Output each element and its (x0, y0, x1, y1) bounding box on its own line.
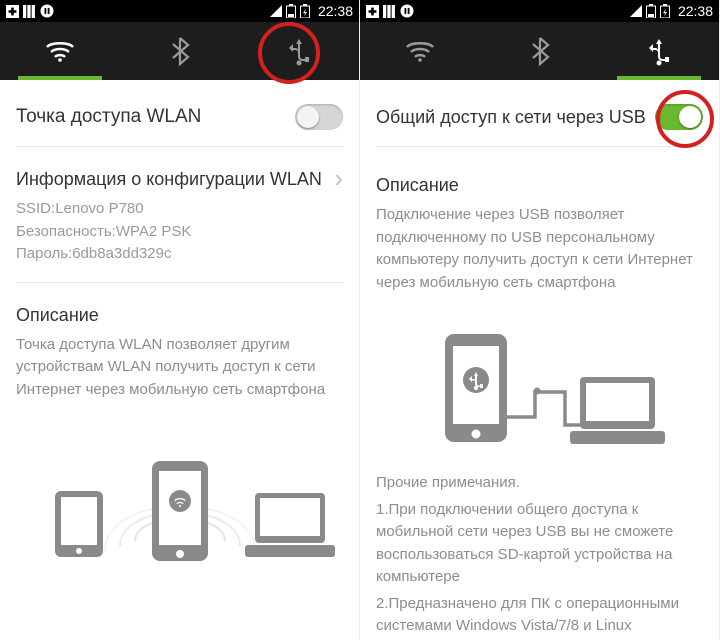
divider (16, 146, 343, 147)
wifi-icon (405, 39, 435, 63)
note-2: 2.Предназначено для ПК с операционными с… (376, 593, 703, 638)
bluetooth-icon (170, 36, 190, 66)
tab-bar (0, 22, 359, 80)
wifi-icon (45, 39, 75, 63)
clock: 22:38 (678, 3, 713, 19)
status-bar: 22:38 (0, 0, 359, 22)
tab-usb[interactable] (599, 22, 719, 80)
usb-tether-toggle[interactable] (655, 104, 703, 130)
bars-icon (383, 5, 396, 18)
chevron-right-icon: › (334, 163, 343, 194)
usb-tether-row[interactable]: Общий доступ к сети через USB (376, 94, 703, 140)
right-content: Общий доступ к сети через USB Описание П… (360, 80, 719, 640)
pause-circle-icon (40, 4, 54, 18)
ssid-line: SSID:Lenovo P780 (16, 198, 334, 221)
usb-icon (647, 36, 671, 66)
battery1-icon (286, 4, 296, 18)
tab-usb[interactable] (239, 22, 359, 80)
tab-wifi[interactable] (360, 22, 480, 80)
tab-bar (360, 22, 719, 80)
note-1: 1.При подключении общего доступа к мобил… (376, 499, 703, 589)
plus-icon (6, 5, 19, 18)
wlan-hotspot-row[interactable]: Точка доступа WLAN (16, 94, 343, 140)
usb-icon (287, 36, 311, 66)
usb-illustration (376, 322, 703, 452)
right-screen: 22:38 Общий доступ к сети через USB (360, 0, 720, 640)
signal-icon (270, 5, 282, 17)
wlan-config-row[interactable]: Информация о конфигурации WLAN SSID:Leno… (16, 153, 343, 276)
pause-circle-icon (400, 4, 414, 18)
wlan-config-title: Информация о конфигурации WLAN (16, 169, 334, 190)
wlan-illustration (16, 431, 343, 571)
status-bar: 22:38 (360, 0, 719, 22)
desc-title: Описание (376, 175, 703, 196)
security-line: Безопасность:WPA2 PSK (16, 221, 334, 244)
wlan-hotspot-label: Точка доступа WLAN (16, 106, 201, 128)
battery1-icon (646, 4, 656, 18)
tab-bluetooth[interactable] (120, 22, 240, 80)
plus-icon (366, 5, 379, 18)
notes-title: Прочие примечания. (376, 472, 703, 495)
left-screen: 22:38 Точка доступа WLAN (0, 0, 360, 640)
signal-icon (630, 5, 642, 17)
tab-bluetooth[interactable] (480, 22, 600, 80)
password-line: Пароль:6db8a3dd329c (16, 243, 334, 266)
desc-text: Точка доступа WLAN позволяет другим устр… (16, 334, 343, 402)
battery2-icon (660, 4, 670, 18)
wlan-hotspot-toggle[interactable] (295, 104, 343, 130)
desc-text: Подключение через USB позволяет подключе… (376, 204, 703, 294)
divider (376, 146, 703, 147)
left-content: Точка доступа WLAN Информация о конфигур… (0, 80, 359, 640)
divider (16, 282, 343, 283)
clock: 22:38 (318, 3, 353, 19)
desc-title: Описание (16, 305, 343, 326)
usb-tether-label: Общий доступ к сети через USB (376, 107, 646, 128)
bars-icon (23, 5, 36, 18)
battery2-icon (300, 4, 310, 18)
tab-wifi[interactable] (0, 22, 120, 80)
bluetooth-icon (530, 36, 550, 66)
